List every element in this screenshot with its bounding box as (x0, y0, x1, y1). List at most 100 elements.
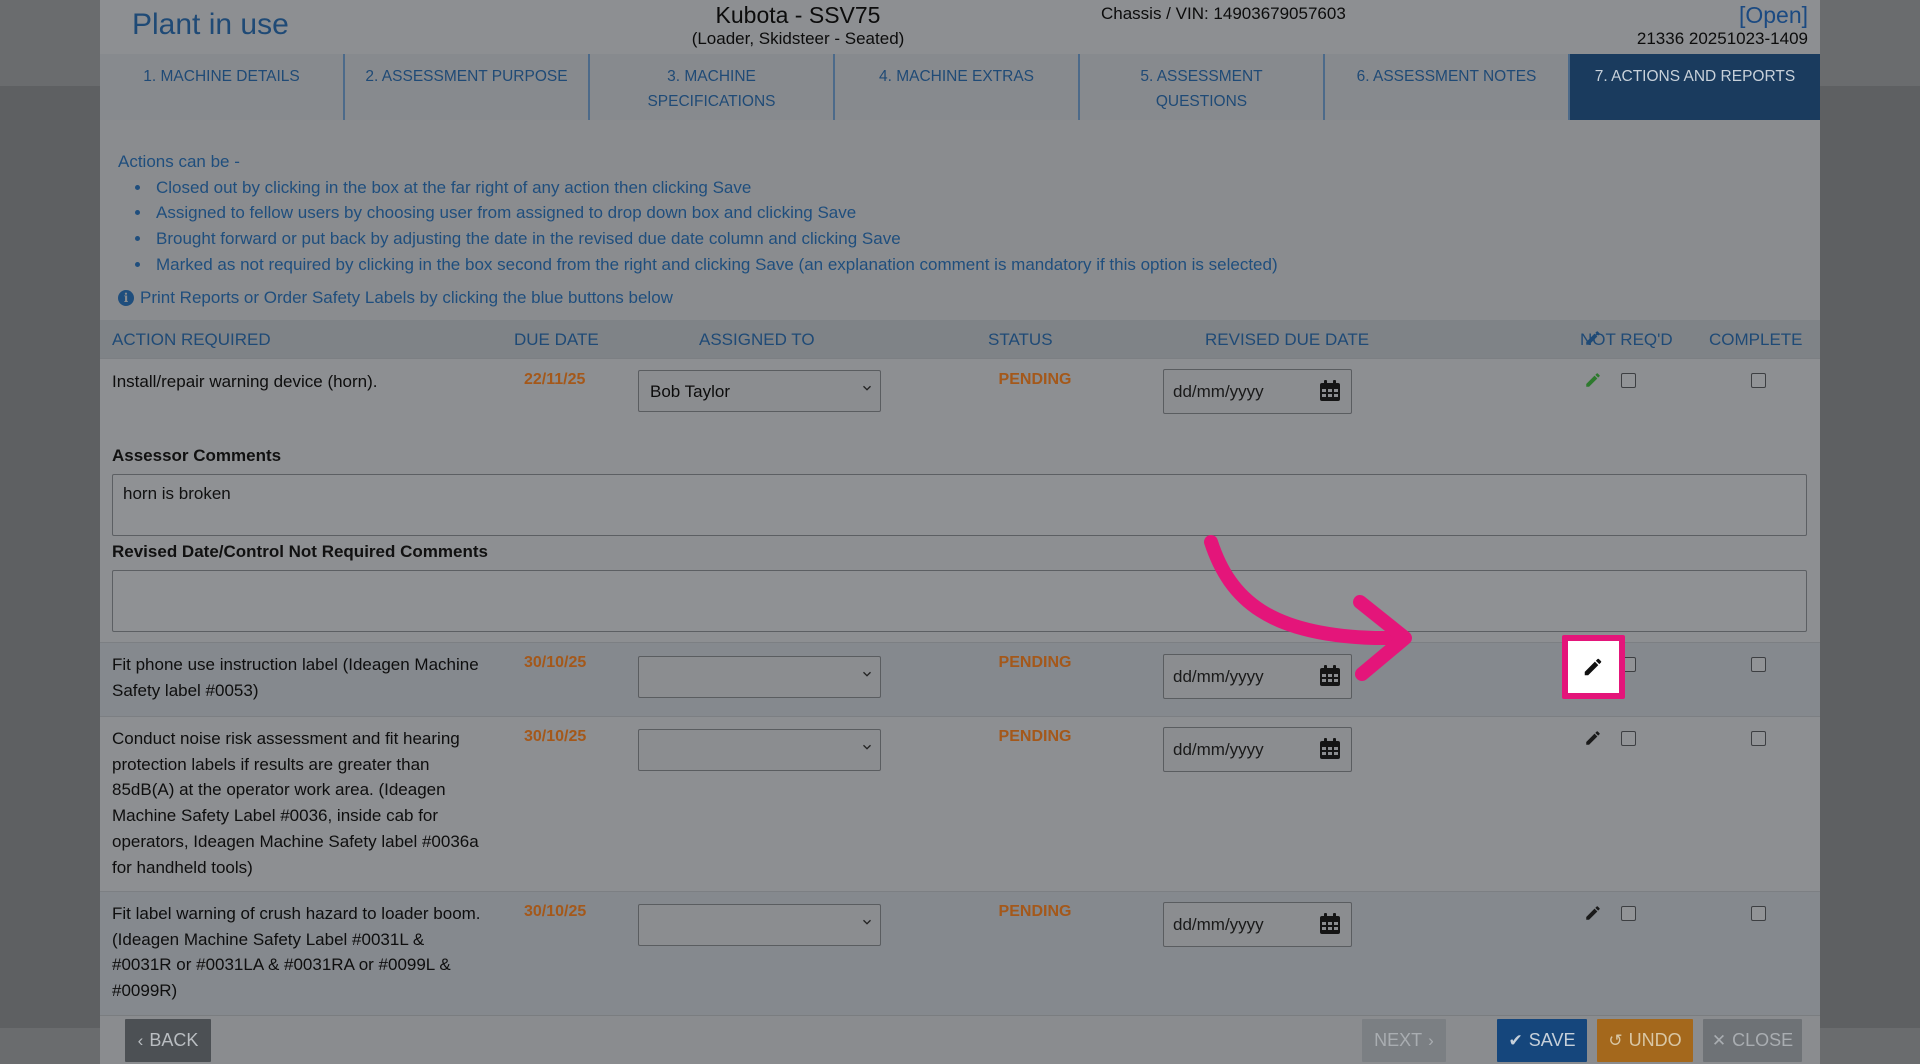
status-pending: PENDING (998, 654, 1072, 671)
tab-bar: 1. MACHINE DETAILS 2. ASSESSMENT PURPOSE… (100, 54, 1820, 120)
info-icon: i (118, 290, 134, 306)
instruction-item: Marked as not required by clicking in th… (152, 252, 1278, 278)
revised-date-input[interactable]: dd/mm/yyyy (1163, 369, 1352, 414)
assessment-modal: Plant in use Kubota - SSV75 (Loader, Ski… (100, 0, 1820, 1064)
instructions: Actions can be - Closed out by clicking … (118, 149, 1278, 278)
tab-assessment-notes[interactable]: 6. ASSESSMENT NOTES (1325, 54, 1570, 120)
pencil-edit-icon[interactable] (1582, 656, 1604, 678)
complete-checkbox[interactable] (1751, 373, 1766, 388)
revised-date-placeholder: dd/mm/yyyy (1173, 740, 1264, 759)
due-date: 22/11/25 (524, 371, 586, 388)
complete-checkbox[interactable] (1751, 657, 1766, 672)
table-row: Conduct noise risk assessment and fit he… (100, 716, 1820, 891)
action-text: Fit phone use instruction label (Ideagen… (112, 655, 479, 700)
assessor-comments-field[interactable]: horn is broken (112, 474, 1807, 536)
pencil-edit-icon-green[interactable] (1584, 371, 1602, 389)
revised-date-input[interactable]: dd/mm/yyyy (1163, 654, 1352, 699)
info-text: Print Reports or Order Safety Labels by … (140, 288, 673, 307)
page-title: Plant in use (132, 8, 289, 41)
complete-checkbox[interactable] (1751, 906, 1766, 921)
table-row: Install/repair warning device (horn). 22… (100, 358, 1820, 428)
close-icon: ✕ (1711, 1030, 1727, 1050)
revised-date-placeholder: dd/mm/yyyy (1173, 382, 1264, 401)
comments-section: Assessor Comments horn is broken Revised… (100, 428, 1820, 642)
info-message: i Print Reports or Order Safety Labels b… (118, 288, 673, 308)
pencil-edit-icon[interactable] (1584, 904, 1602, 922)
chevron-left-icon: ‹ (137, 1030, 144, 1050)
assigned-to-select[interactable]: Bob Taylor (638, 370, 881, 412)
not-required-checkbox[interactable] (1621, 906, 1636, 921)
assessment-reference: 21336 20251023-1409 (1636, 29, 1808, 48)
next-label: NEXT (1374, 1030, 1423, 1050)
instruction-item: Brought forward or put back by adjusting… (152, 226, 1278, 252)
status-pending: PENDING (998, 728, 1072, 745)
chevron-down-icon (863, 385, 871, 391)
revised-date-placeholder: dd/mm/yyyy (1173, 915, 1264, 934)
due-date: 30/10/25 (524, 654, 587, 671)
revised-date-input[interactable]: dd/mm/yyyy (1163, 727, 1352, 772)
calendar-icon[interactable] (1318, 912, 1342, 936)
calendar-icon[interactable] (1318, 379, 1342, 403)
undo-label: UNDO (1628, 1030, 1682, 1050)
col-status: STATUS (988, 330, 1053, 349)
footer-bar: ‹ BACK NEXT › ✔ SAVE ↺ UNDO ✕ CLOSE (100, 1015, 1820, 1064)
revised-comments-label: Revised Date/Control Not Required Commen… (112, 542, 488, 561)
assigned-to-select[interactable] (638, 656, 881, 698)
tab-actions-and-reports[interactable]: 7. ACTIONS AND REPORTS (1570, 54, 1820, 120)
save-label: SAVE (1528, 1030, 1576, 1050)
check-icon: ✔ (1508, 1030, 1523, 1050)
assigned-to-select[interactable] (638, 904, 881, 946)
tab-machine-extras[interactable]: 4. MACHINE EXTRAS (835, 54, 1080, 120)
revised-date-input[interactable]: dd/mm/yyyy (1163, 902, 1352, 947)
tab-machine-specifications[interactable]: 3. MACHINE SPECIFICATIONS (590, 54, 835, 120)
action-text: Install/repair warning device (horn). (112, 372, 378, 391)
chevron-down-icon (863, 744, 871, 750)
highlighted-pencil-edit-button[interactable] (1562, 635, 1625, 699)
table-row: Fit label warning of crush hazard to loa… (100, 891, 1820, 1015)
col-not-required: NOT REQ'D (1580, 330, 1673, 349)
chevron-right-icon: › (1428, 1030, 1434, 1050)
not-required-checkbox[interactable] (1621, 731, 1636, 746)
machine-name: Kubota - SSV75 (715, 2, 881, 28)
not-required-checkbox[interactable] (1621, 373, 1636, 388)
assigned-to-value: Bob Taylor (650, 382, 731, 401)
revised-date-placeholder: dd/mm/yyyy (1173, 667, 1264, 686)
table-header: ACTION REQUIRED DUE DATE ASSIGNED TO STA… (100, 320, 1820, 358)
back-button[interactable]: ‹ BACK (125, 1019, 211, 1062)
modal-header: Plant in use Kubota - SSV75 (Loader, Ski… (100, 0, 1820, 54)
col-revised-due-date: REVISED DUE DATE (1205, 330, 1370, 349)
assigned-to-select[interactable] (638, 729, 881, 771)
close-button[interactable]: ✕ CLOSE (1703, 1019, 1802, 1062)
assessor-comments-label: Assessor Comments (112, 446, 282, 465)
due-date: 30/10/25 (524, 903, 587, 920)
action-text: Fit label warning of crush hazard to loa… (112, 904, 481, 1001)
undo-button[interactable]: ↺ UNDO (1597, 1019, 1693, 1062)
instruction-item: Assigned to fellow users by choosing use… (152, 200, 1278, 226)
machine-type: (Loader, Skidsteer - Seated) (691, 29, 905, 48)
close-label: CLOSE (1732, 1030, 1794, 1050)
status-pending: PENDING (998, 371, 1072, 388)
chevron-down-icon (863, 671, 871, 677)
tab-assessment-questions[interactable]: 5. ASSESSMENT QUESTIONS (1080, 54, 1325, 120)
col-due-date: DUE DATE (514, 330, 599, 349)
status-pending: PENDING (998, 903, 1072, 920)
instruction-item: Closed out by clicking in the box at the… (152, 175, 1278, 201)
chevron-down-icon (863, 919, 871, 925)
complete-checkbox[interactable] (1751, 731, 1766, 746)
col-assigned-to: ASSIGNED TO (699, 330, 815, 349)
machine-vin: Chassis / VIN: 14903679057603 (1101, 4, 1346, 23)
next-button[interactable]: NEXT › (1362, 1019, 1446, 1062)
content-area: Actions can be - Closed out by clicking … (100, 120, 1820, 1015)
instructions-heading: Actions can be - (118, 152, 240, 171)
calendar-icon[interactable] (1318, 737, 1342, 761)
status-badge: [Open] (1738, 2, 1808, 28)
calendar-icon[interactable] (1318, 664, 1342, 688)
tab-assessment-purpose[interactable]: 2. ASSESSMENT PURPOSE (345, 54, 590, 120)
tab-machine-details[interactable]: 1. MACHINE DETAILS (100, 54, 345, 120)
col-action-required: ACTION REQUIRED (112, 330, 271, 349)
due-date: 30/10/25 (524, 728, 587, 745)
revised-comments-field[interactable] (112, 570, 1807, 632)
back-label: BACK (149, 1030, 199, 1050)
save-button[interactable]: ✔ SAVE (1497, 1019, 1587, 1062)
pencil-edit-icon[interactable] (1584, 729, 1602, 747)
